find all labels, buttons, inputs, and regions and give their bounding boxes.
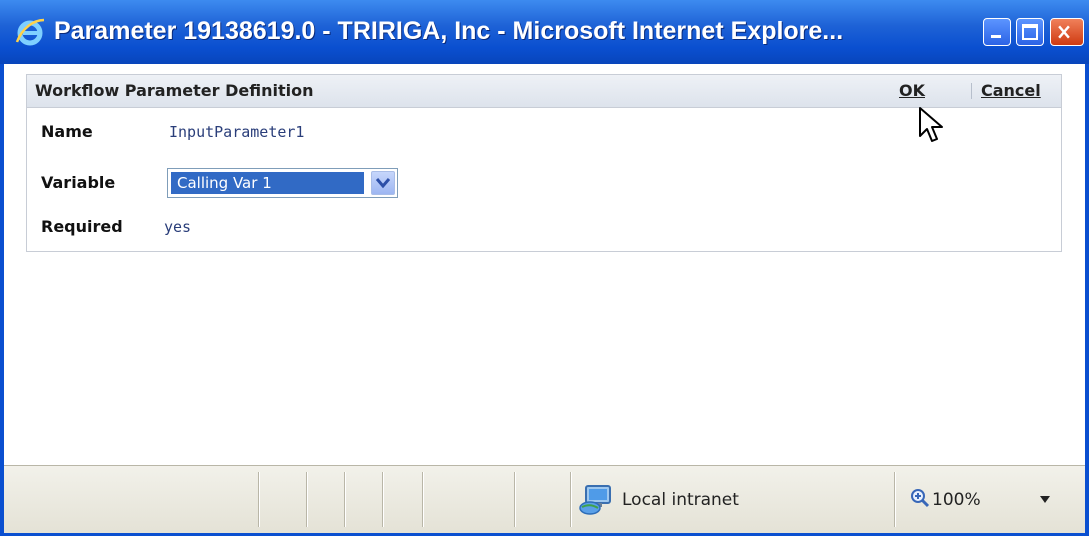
window-title: Parameter 19138619.0 - TRIRIGA, Inc - Mi… (54, 17, 844, 45)
maximize-icon (1022, 24, 1038, 40)
zoom-level[interactable]: 100% (932, 486, 981, 514)
page-content: Workflow Parameter Definition OK Cancel … (4, 64, 1085, 465)
ie-icon (15, 18, 45, 46)
parameter-panel: Workflow Parameter Definition OK Cancel … (26, 74, 1062, 252)
status-divider (514, 472, 516, 527)
status-bar: Local intranet 100% (4, 465, 1085, 533)
zoom-icon[interactable] (910, 488, 930, 508)
maximize-button[interactable] (1016, 18, 1044, 46)
variable-dropdown-button[interactable] (371, 171, 395, 195)
zoom-dropdown-icon[interactable] (1040, 496, 1050, 504)
close-button[interactable] (1050, 18, 1084, 46)
status-divider (894, 472, 896, 527)
header-separator (971, 83, 972, 99)
close-icon (1058, 25, 1070, 39)
status-divider (306, 472, 308, 527)
cancel-link[interactable]: Cancel (981, 80, 1041, 102)
status-divider (422, 472, 424, 527)
variable-label: Variable (41, 173, 116, 192)
security-zone-text[interactable]: Local intranet (622, 486, 739, 514)
window-titlebar[interactable]: Parameter 19138619.0 - TRIRIGA, Inc - Mi… (0, 0, 1089, 65)
status-divider (570, 472, 572, 527)
variable-select-value[interactable]: Calling Var 1 (171, 172, 364, 194)
minimize-button[interactable] (983, 18, 1011, 46)
panel-title: Workflow Parameter Definition (35, 81, 314, 100)
mouse-pointer-icon (919, 107, 943, 142)
window-frame-right (1085, 64, 1089, 536)
status-divider (382, 472, 384, 527)
panel-header: Workflow Parameter Definition OK Cancel (27, 75, 1061, 108)
ok-link[interactable]: OK (899, 80, 925, 102)
chevron-down-icon (375, 178, 391, 189)
status-divider (344, 472, 346, 527)
required-value: yes (164, 218, 192, 236)
name-value: InputParameter1 (169, 123, 305, 141)
variable-select[interactable]: Calling Var 1 (167, 168, 398, 198)
required-label: Required (41, 217, 123, 236)
minimize-icon (991, 35, 1001, 38)
status-divider (258, 472, 260, 527)
name-label: Name (41, 122, 93, 141)
local-intranet-icon (579, 485, 611, 515)
